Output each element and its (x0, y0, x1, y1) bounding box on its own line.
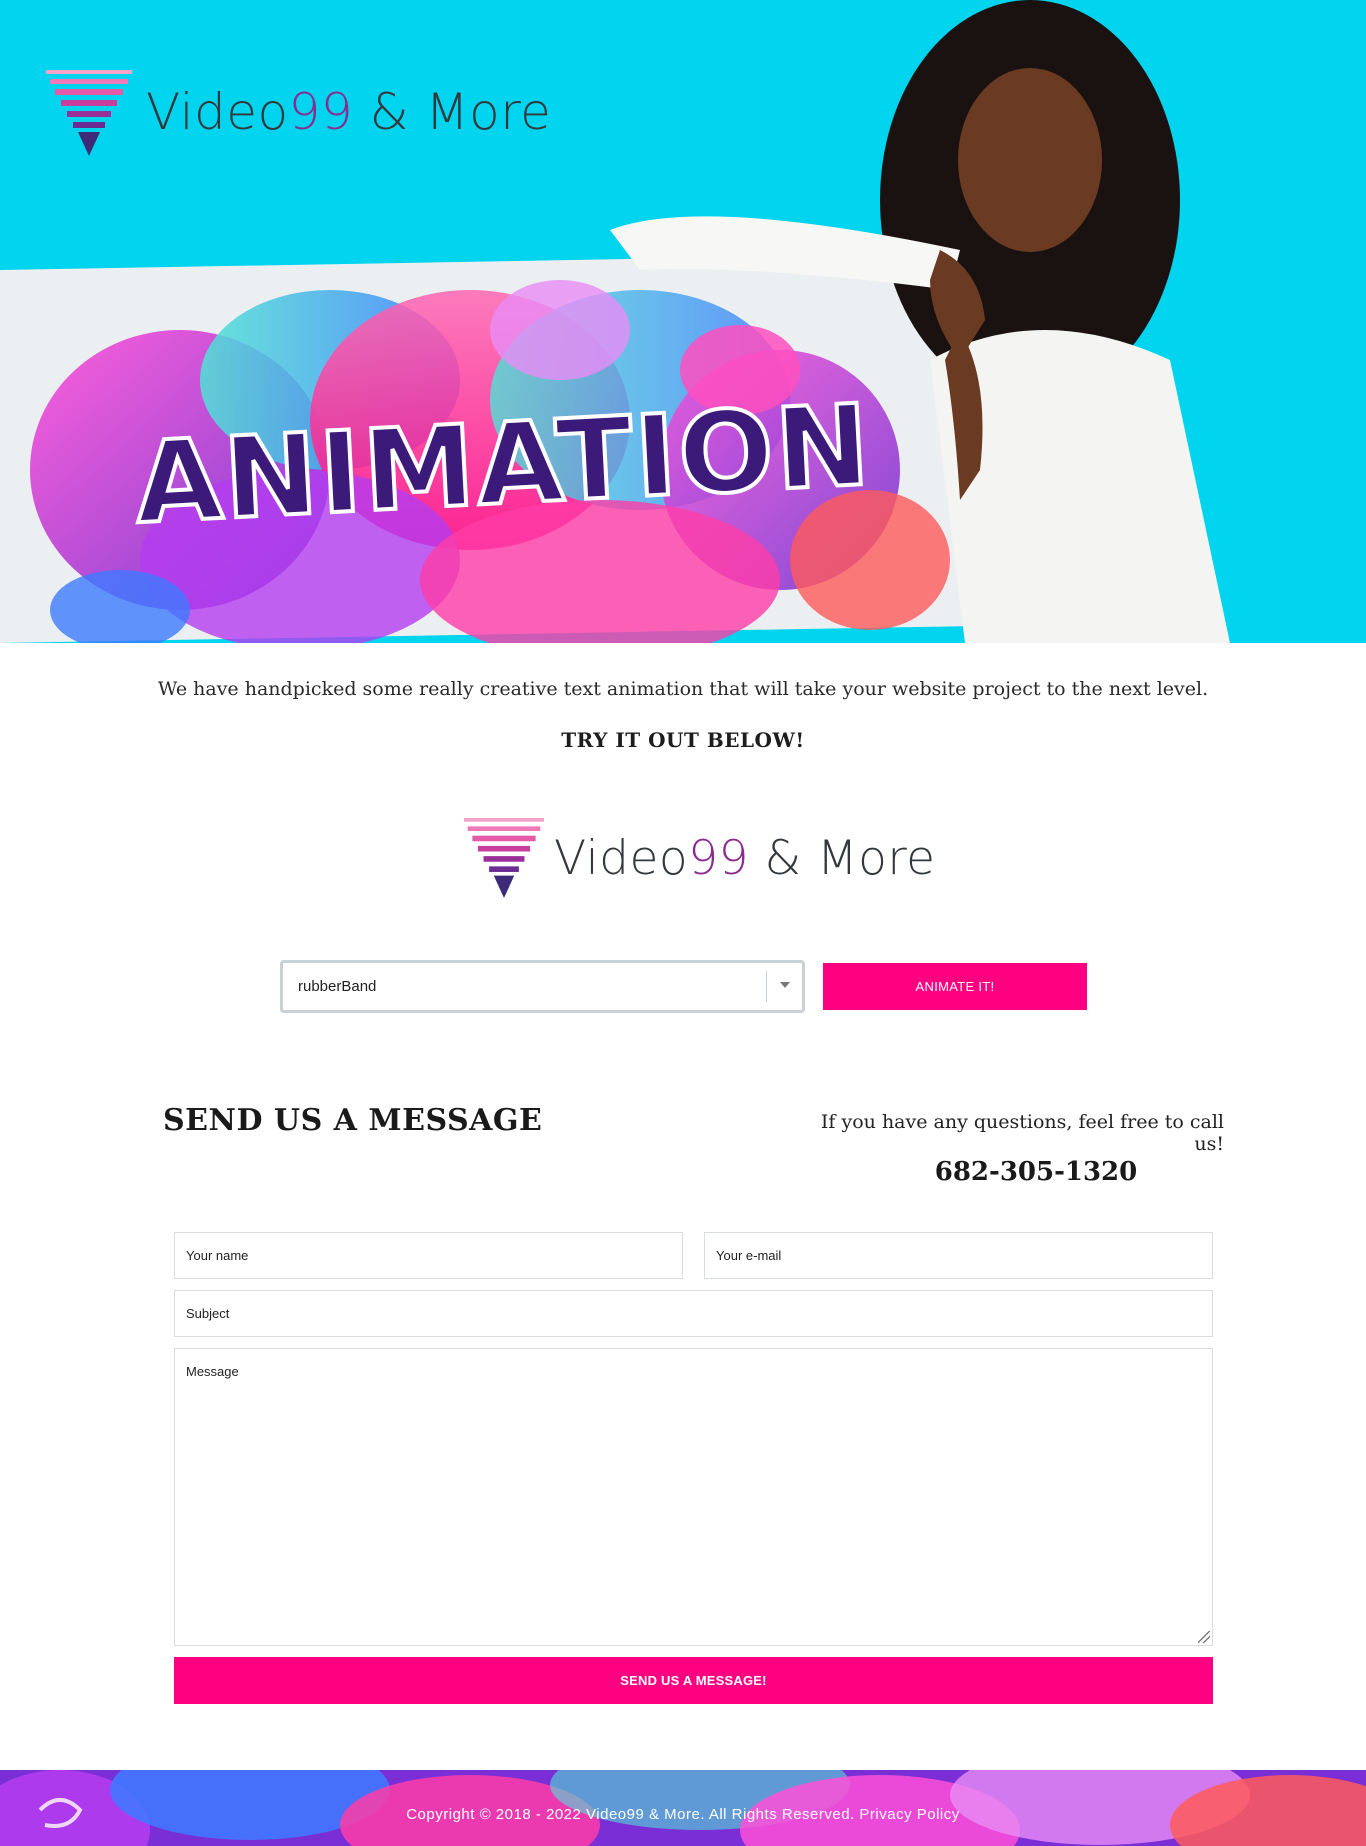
intro-text: We have handpicked some really creative … (157, 678, 1209, 700)
message-field[interactable]: Message (174, 1348, 1213, 1646)
subject-placeholder: Subject (186, 1306, 230, 1321)
send-message-button[interactable]: SEND US A MESSAGE! (174, 1657, 1213, 1704)
message-placeholder: Message (186, 1364, 239, 1379)
select-divider (766, 971, 767, 1002)
logo-triangle-icon (46, 70, 132, 156)
call-us-text: If you have any questions, feel free to … (820, 1111, 1224, 1155)
subject-field[interactable]: Subject (174, 1290, 1213, 1337)
logo-triangle-icon (464, 818, 544, 898)
footer-copyright: Copyright © 2018 - 2022 Video99 & More. … (0, 1806, 1366, 1823)
name-field[interactable]: Your name (174, 1232, 683, 1279)
resize-handle-icon[interactable] (1198, 1631, 1210, 1643)
animate-button[interactable]: ANIMATE IT! (823, 963, 1087, 1010)
name-placeholder: Your name (186, 1248, 249, 1263)
header-logo[interactable]: Video99 & More (46, 70, 551, 156)
animation-select[interactable]: rubberBand (280, 960, 805, 1013)
email-placeholder: Your e-mail (716, 1248, 782, 1263)
copyright-text: Copyright © 2018 - 2022 Video99 & More. … (406, 1806, 855, 1823)
try-it-heading: TRY IT OUT BELOW! (561, 728, 805, 752)
phone-number[interactable]: 682-305-1320 (900, 1157, 1172, 1187)
privacy-policy-link[interactable]: Privacy Policy (859, 1806, 959, 1823)
footer: Copyright © 2018 - 2022 Video99 & More. … (0, 1770, 1366, 1846)
animation-select-value: rubberBand (298, 978, 377, 995)
center-logo: Video99 & More (464, 818, 936, 898)
logo-text: Video99 & More (554, 830, 936, 886)
logo-text: Video99 & More (146, 83, 552, 141)
contact-title: SEND US A MESSAGE (163, 1103, 543, 1138)
hero-banner: ANIMATION Video99 & More (0, 0, 1366, 643)
email-field[interactable]: Your e-mail (704, 1232, 1213, 1279)
chevron-down-icon[interactable] (780, 982, 790, 988)
